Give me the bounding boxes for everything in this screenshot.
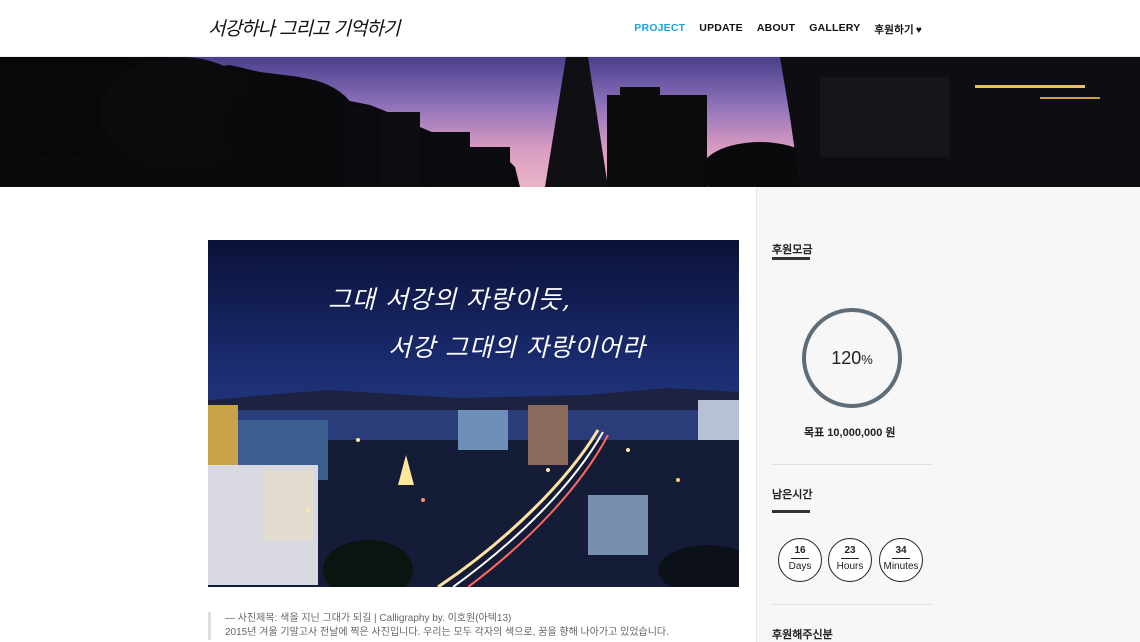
- caption-title: — 사진제목: 색을 지닌 그대가 되길 | Calligraphy by. 이…: [225, 613, 512, 624]
- top-navigation-bar: 서강하나 그리고 기억하기 PROJECT UPDATE ABOUT GALLE…: [0, 0, 1140, 57]
- timer-minutes: 34 Minutes: [879, 538, 923, 582]
- timer-days-value: 16: [791, 545, 809, 559]
- timer-hours-unit: Hours: [836, 561, 864, 572]
- calligraphy-line-2: 서강 그대의 자랑이어라: [388, 333, 646, 362]
- campus-banner-image: [0, 57, 1140, 187]
- calligraphy-line-1: 그대 서강의 자랑이듯,: [328, 285, 571, 314]
- timer-hours-value: 23: [841, 545, 859, 559]
- funding-sidebar: 후원모금 120% 목표 10,000,000 원 남은시간 16 Days 2…: [756, 187, 1140, 642]
- nav-about[interactable]: ABOUT: [757, 22, 795, 37]
- funding-percent: 120%: [831, 348, 873, 369]
- sidebar-divider: [772, 464, 932, 465]
- nav-donate[interactable]: 후원하기 ♥: [874, 22, 922, 37]
- timer-minutes-unit: Minutes: [883, 561, 919, 572]
- banner-silhouette: [0, 57, 1140, 187]
- nav-project[interactable]: PROJECT: [634, 22, 685, 37]
- main-nav: PROJECT UPDATE ABOUT GALLERY 후원하기 ♥: [634, 22, 922, 37]
- sidebar-divider: [772, 604, 932, 605]
- remaining-time-underline: [772, 510, 810, 513]
- site-logo[interactable]: 서강하나 그리고 기억하기: [208, 14, 400, 41]
- remaining-time-heading: 남은시간: [772, 489, 813, 501]
- timer-days: 16 Days: [778, 538, 822, 582]
- sponsors-heading: 후원해주신분: [772, 629, 833, 641]
- nav-gallery[interactable]: GALLERY: [809, 22, 860, 37]
- heart-icon: ♥: [915, 25, 922, 36]
- funding-percent-unit: %: [861, 351, 873, 367]
- funding-percent-value: 120: [831, 347, 862, 368]
- funding-heading: 후원모금: [772, 244, 813, 256]
- nav-donate-label: 후원하기: [874, 24, 914, 36]
- featured-night-campus-photo: 그대 서강의 자랑이듯, 서강 그대의 자랑이어라: [208, 240, 739, 587]
- nav-update[interactable]: UPDATE: [699, 22, 743, 37]
- funding-goal-label: 목표 10,000,000 원: [804, 427, 896, 439]
- caption-description: 2015년 겨울 기말고사 전날에 찍은 사진입니다. 우리는 모두 각자의 색…: [225, 627, 669, 638]
- timer-minutes-value: 34: [892, 545, 910, 559]
- funding-progress-ring: 120%: [802, 308, 902, 408]
- photo-caption: — 사진제목: 색을 지닌 그대가 되길 | Calligraphy by. 이…: [208, 612, 739, 640]
- timer-days-unit: Days: [788, 561, 812, 572]
- funding-heading-underline: [772, 257, 810, 260]
- timer-hours: 23 Hours: [828, 538, 872, 582]
